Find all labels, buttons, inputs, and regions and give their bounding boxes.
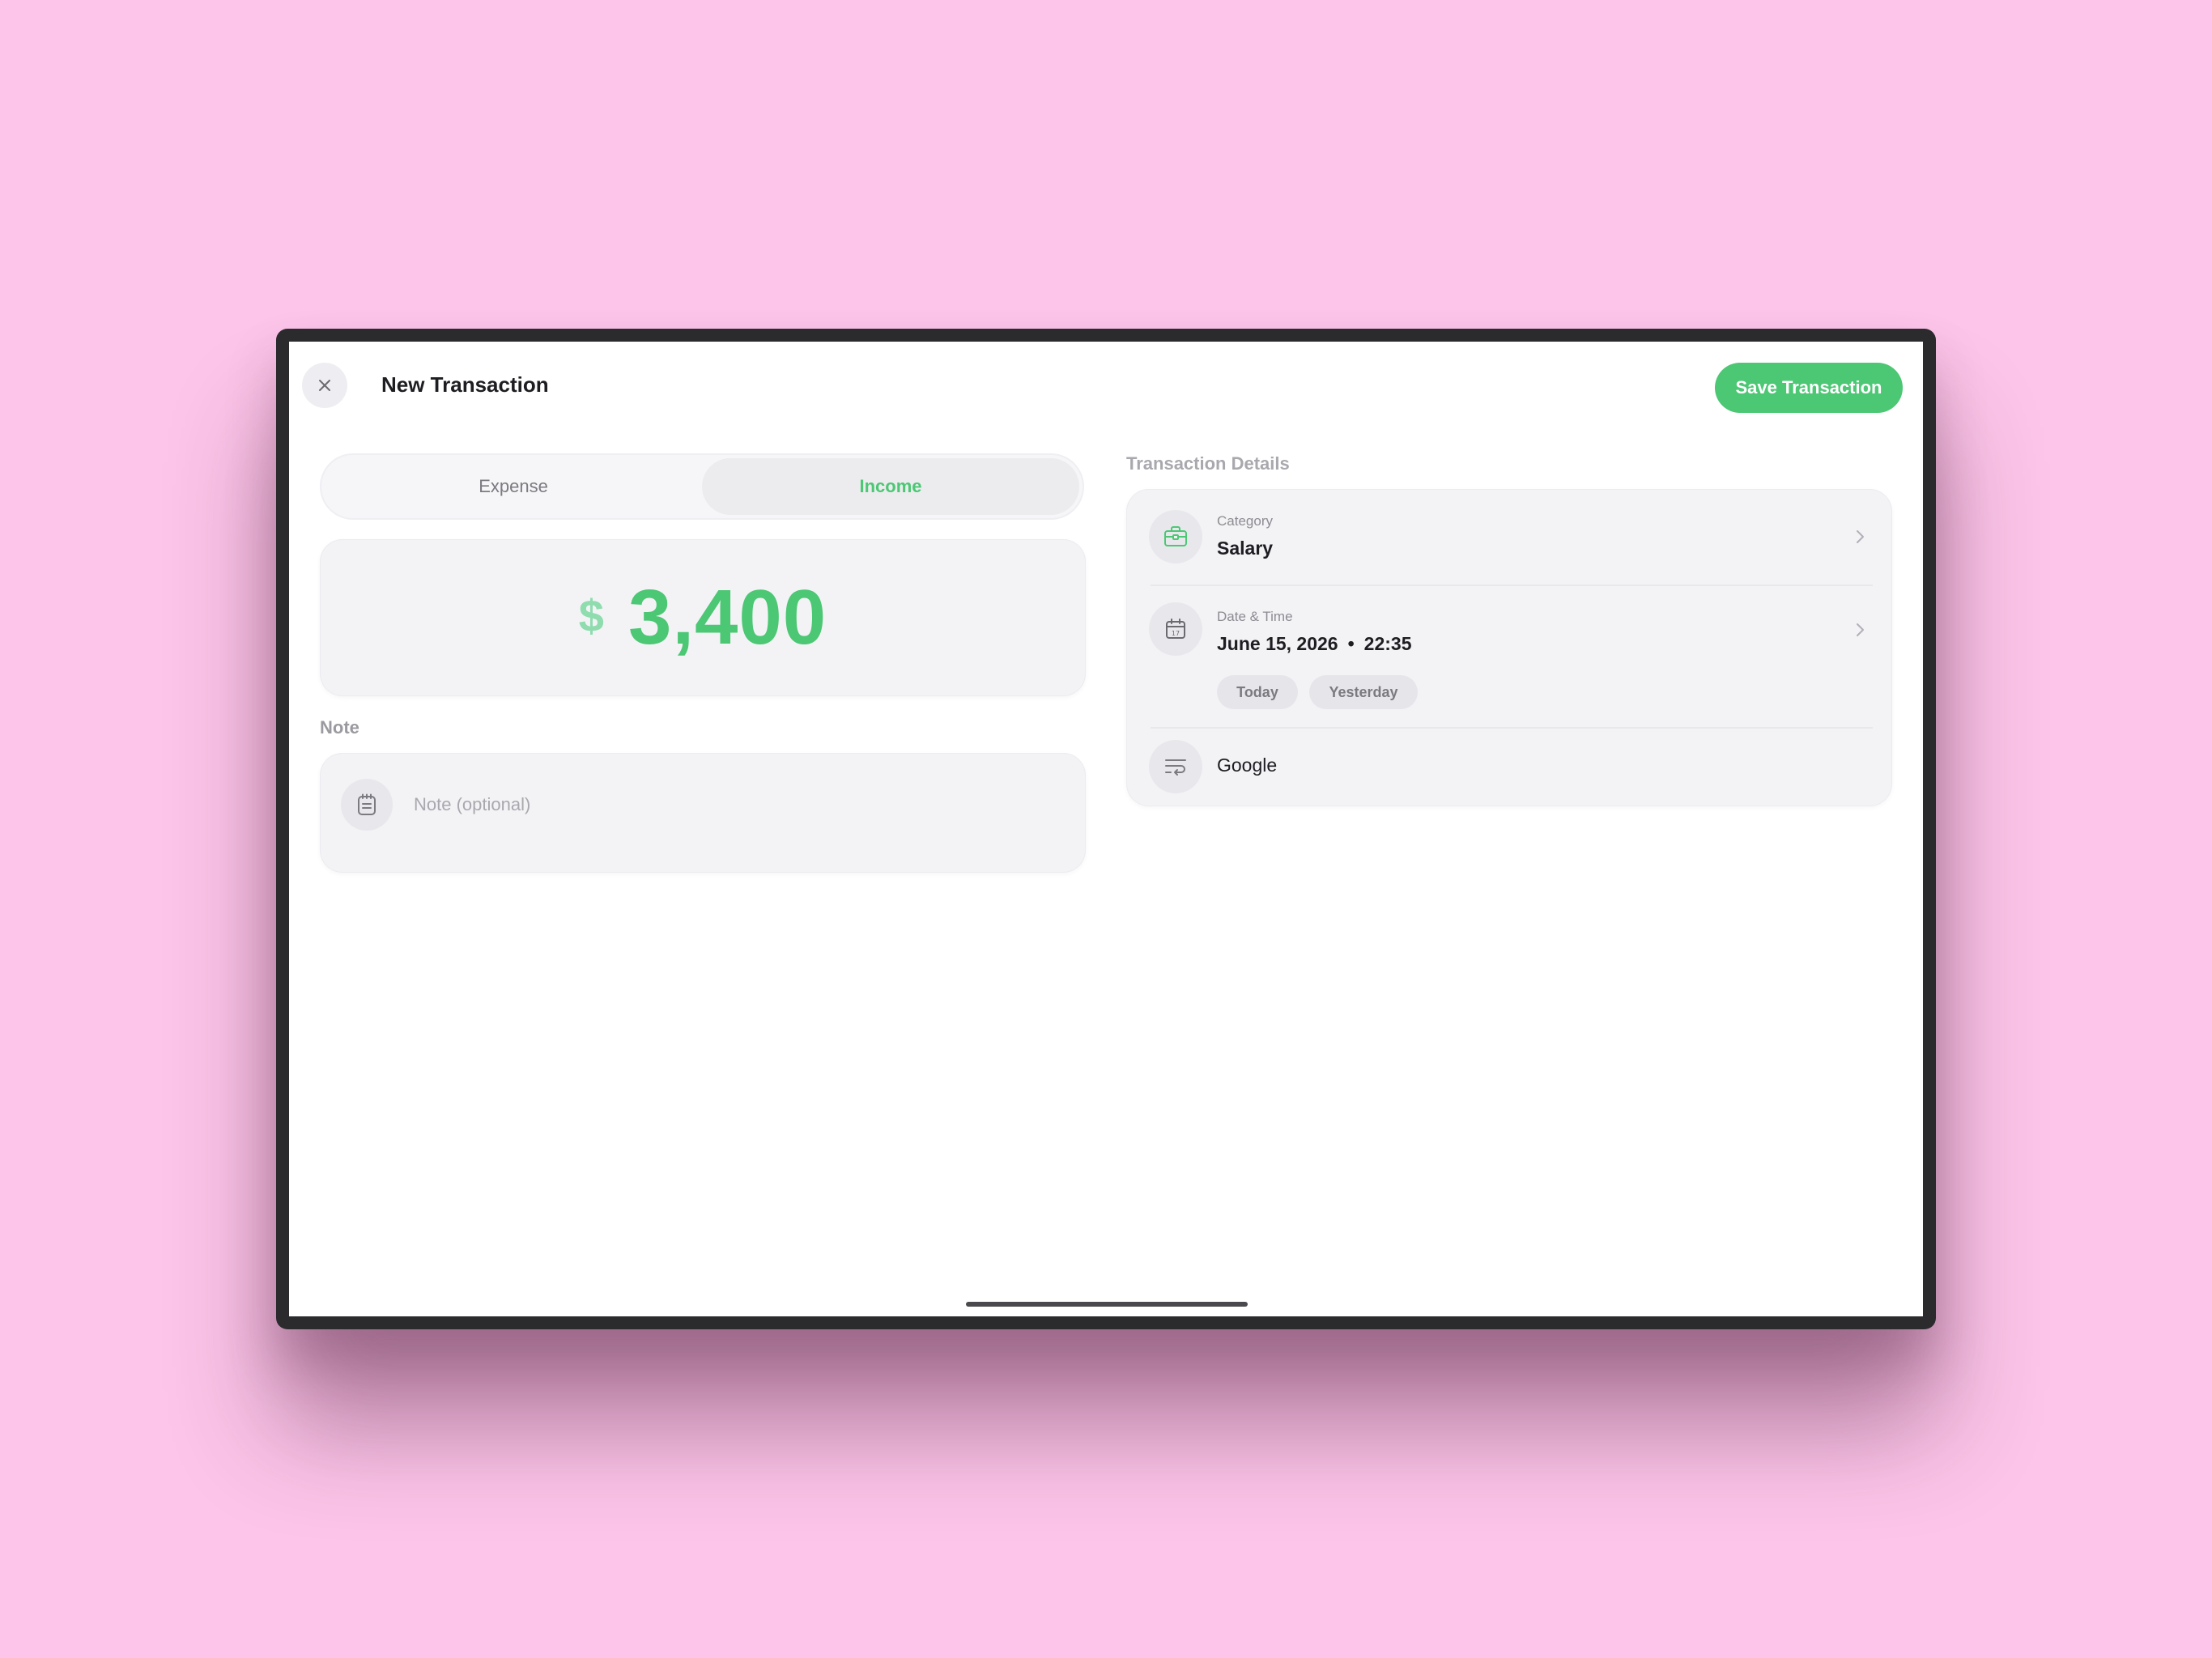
expense-tab[interactable]: Expense — [325, 458, 702, 515]
payee-icon — [1149, 740, 1202, 793]
time-value: 22:35 — [1363, 633, 1412, 654]
page-title: New Transaction — [381, 372, 549, 397]
today-chip[interactable]: Today — [1217, 675, 1298, 709]
details-section-label: Transaction Details — [1126, 453, 1290, 474]
yesterday-chip[interactable]: Yesterday — [1309, 675, 1418, 709]
date-time-label: Date & Time — [1217, 609, 1293, 624]
date-value: June 15, 2026 — [1217, 633, 1338, 654]
income-tab[interactable]: Income — [702, 458, 1079, 515]
save-transaction-button[interactable]: Save Transaction — [1715, 363, 1903, 413]
amount-value: 3,400 — [627, 574, 827, 661]
category-label: Category — [1217, 513, 1273, 529]
chevron-right-icon — [1857, 530, 1864, 543]
payee-row[interactable]: Google — [1126, 729, 1892, 806]
briefcase-icon — [1149, 510, 1202, 563]
transaction-type-toggle: Expense Income — [320, 453, 1084, 520]
calendar-icon: 17 — [1149, 602, 1202, 656]
payee-value: Google — [1217, 755, 1278, 776]
close-button[interactable] — [302, 363, 347, 408]
date-time-value: June 15, 2026 • 22:35 — [1217, 633, 1412, 655]
note-input[interactable] — [414, 789, 1045, 821]
close-icon — [319, 380, 330, 391]
date-time-separator: • — [1347, 633, 1355, 654]
amount-display[interactable]: $ 3,400 — [320, 539, 1086, 696]
transaction-details-card: Category Salary 17 Date & Time June 15, … — [1126, 489, 1892, 806]
currency-symbol: $ — [578, 589, 604, 641]
home-indicator[interactable] — [966, 1302, 1248, 1307]
svg-text:17: 17 — [1172, 630, 1180, 637]
chevron-right-icon — [1857, 623, 1864, 636]
note-field-container — [320, 753, 1086, 873]
category-value: Salary — [1217, 538, 1274, 559]
note-section-label: Note — [320, 717, 359, 738]
date-time-row[interactable]: 17 Date & Time June 15, 2026 • 22:35 — [1126, 586, 1892, 675]
app-screen: New Transaction Save Transaction Expense… — [289, 342, 1923, 1316]
note-icon — [341, 779, 393, 831]
category-row[interactable]: Category Salary — [1126, 489, 1892, 585]
